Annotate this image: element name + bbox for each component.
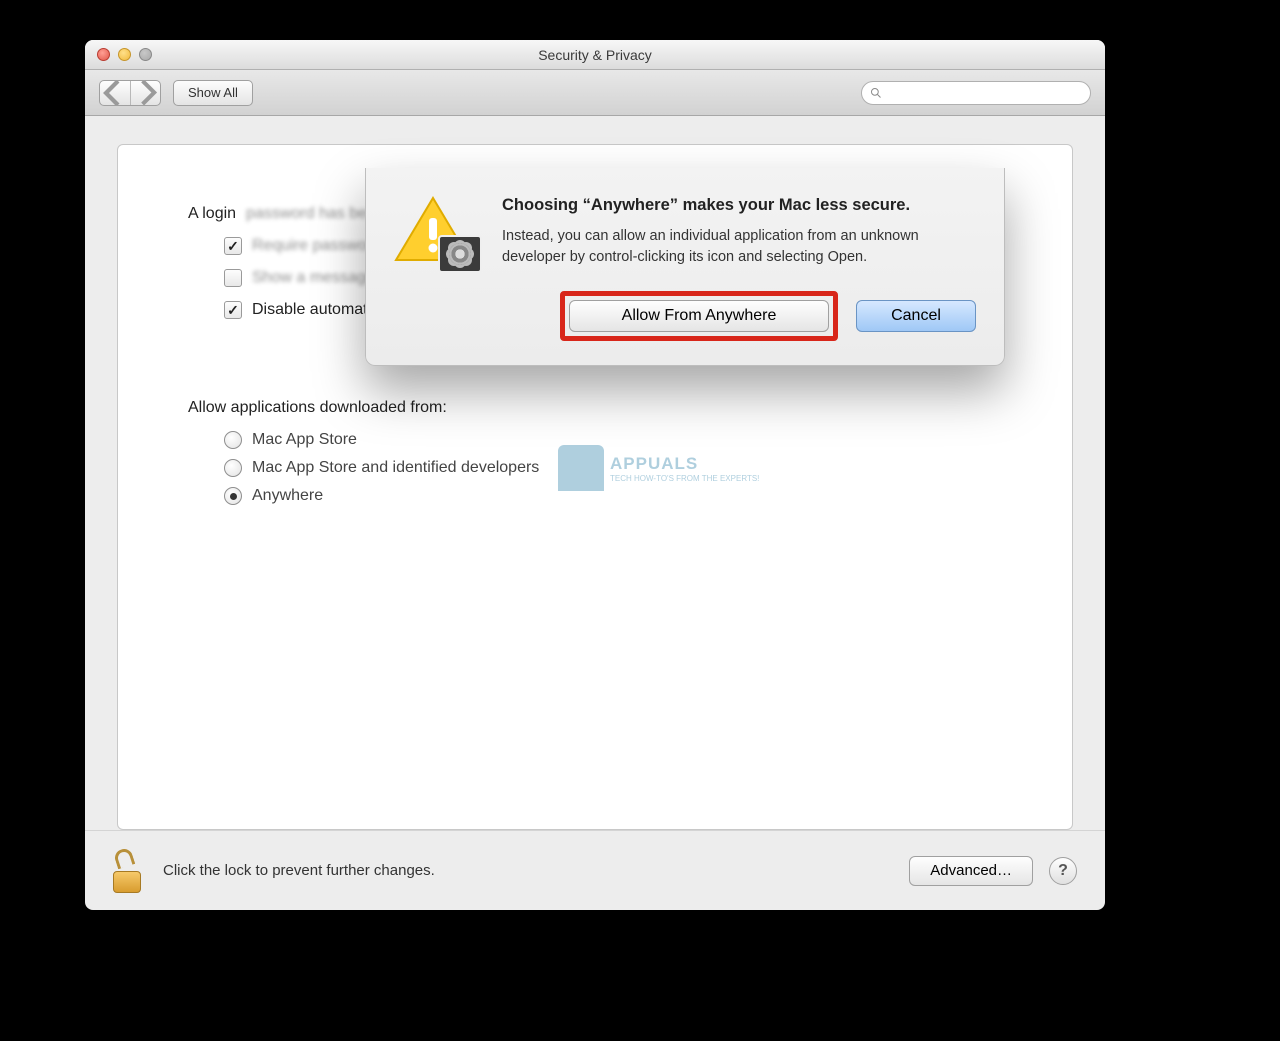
- dialog-heading: Choosing “Anywhere” makes your Mac less …: [502, 194, 976, 216]
- radio-label: Anywhere: [252, 487, 323, 505]
- radio-anywhere[interactable]: Anywhere: [224, 487, 1002, 505]
- lock-hint-text: Click the lock to prevent further change…: [163, 862, 435, 879]
- disable-auto-login-checkbox[interactable]: [224, 301, 242, 319]
- search-input[interactable]: [888, 86, 1082, 100]
- require-password-checkbox[interactable]: [224, 237, 242, 255]
- radio-identified-developers[interactable]: Mac App Store and identified developers: [224, 459, 1002, 477]
- annotation-highlight: Allow From Anywhere: [560, 291, 838, 341]
- back-button[interactable]: [100, 81, 130, 105]
- cancel-button[interactable]: Cancel: [856, 300, 976, 332]
- lock-icon[interactable]: [113, 849, 147, 893]
- radio-icon: [224, 459, 242, 477]
- nav-back-forward: [99, 80, 161, 106]
- search-icon: [870, 87, 882, 99]
- radio-mac-app-store[interactable]: Mac App Store: [224, 431, 1002, 449]
- system-preferences-icon: [438, 235, 482, 273]
- help-button[interactable]: ?: [1049, 857, 1077, 885]
- radio-label: Mac App Store and identified developers: [252, 459, 539, 477]
- radio-icon: [224, 431, 242, 449]
- login-intro-text: A login: [188, 205, 236, 223]
- titlebar: Security & Privacy: [85, 40, 1105, 70]
- toolbar: Show All: [85, 70, 1105, 116]
- radio-label: Mac App Store: [252, 431, 357, 449]
- radio-icon: [224, 487, 242, 505]
- window-title: Security & Privacy: [85, 47, 1105, 63]
- search-field[interactable]: [861, 81, 1091, 105]
- dialog-description: Instead, you can allow an individual app…: [502, 226, 976, 268]
- show-all-button[interactable]: Show All: [173, 80, 253, 106]
- allow-from-anywhere-button[interactable]: Allow From Anywhere: [569, 300, 829, 332]
- footer: Click the lock to prevent further change…: [85, 830, 1105, 910]
- require-password-label: Require password: [252, 237, 381, 255]
- forward-button[interactable]: [130, 81, 160, 105]
- preferences-window: Security & Privacy Show All A login pass…: [85, 40, 1105, 910]
- show-message-checkbox[interactable]: [224, 269, 242, 287]
- advanced-button[interactable]: Advanced…: [909, 856, 1033, 886]
- allow-downloads-label: Allow applications downloaded from:: [188, 399, 1002, 417]
- confirmation-sheet: Choosing “Anywhere” makes your Mac less …: [365, 168, 1005, 366]
- warning-icon: [392, 194, 482, 269]
